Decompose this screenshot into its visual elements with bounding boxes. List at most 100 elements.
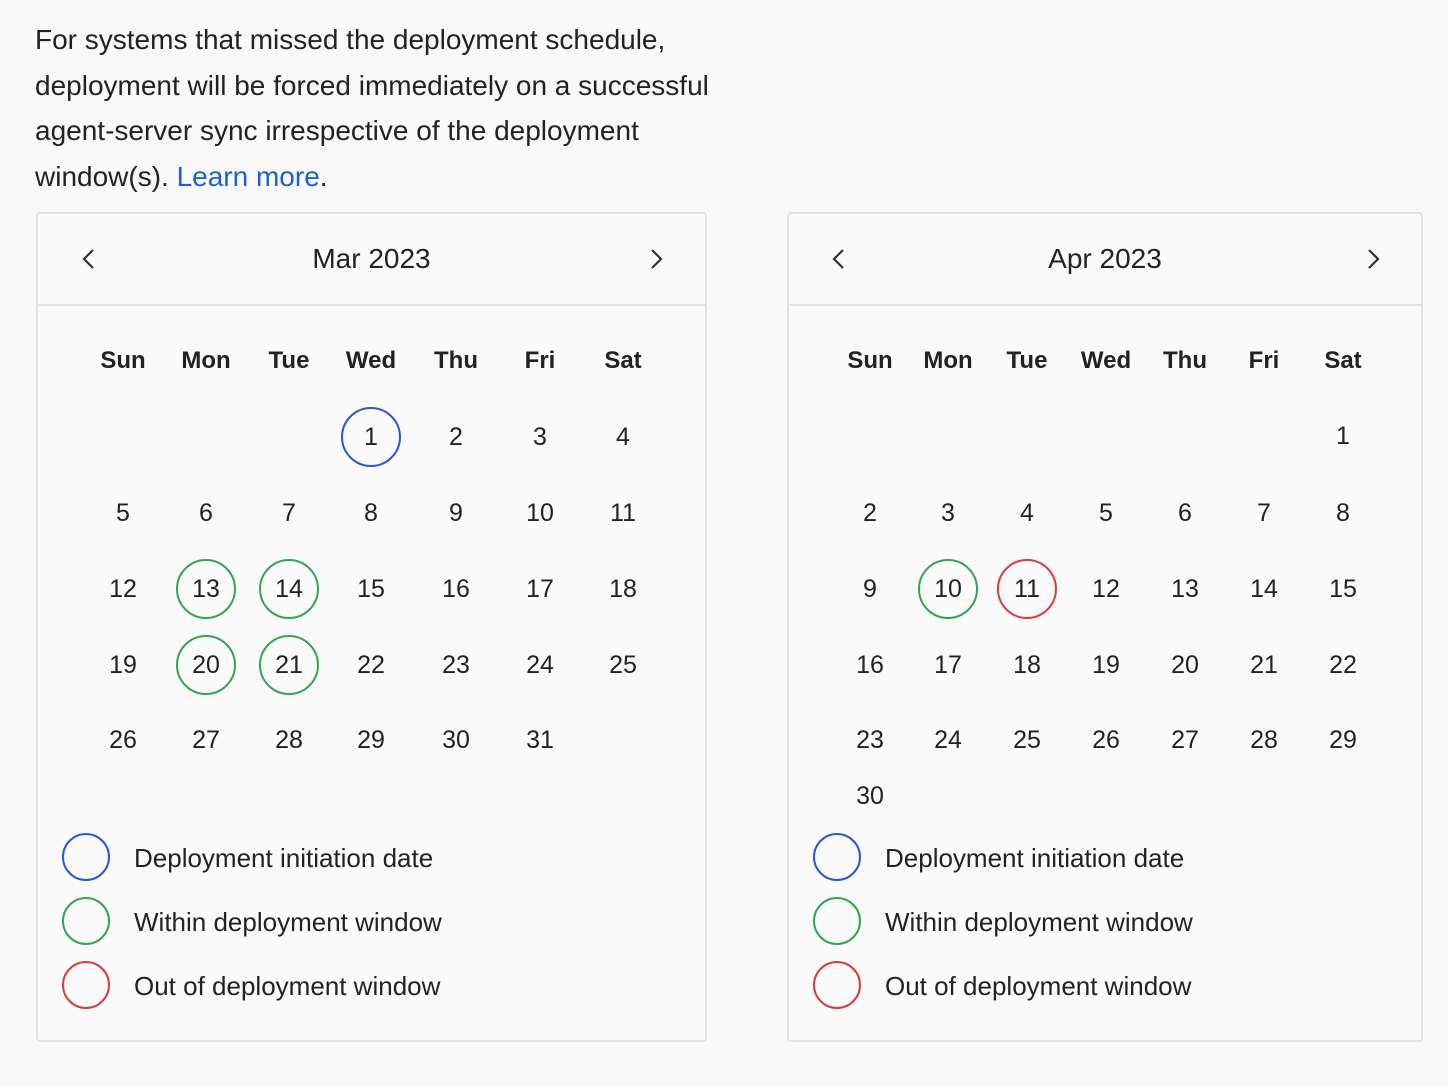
weekday-header: Wed (1080, 347, 1132, 374)
day-cell[interactable]: 10 (918, 559, 978, 619)
day-cell[interactable]: 13 (176, 559, 236, 619)
day-cell[interactable]: 26 (1076, 710, 1136, 770)
day-cell[interactable]: 8 (1313, 483, 1373, 543)
day-cell[interactable]: 10 (510, 483, 570, 543)
month-title: Mar 2023 (312, 243, 431, 274)
intro-message: For systems that missed the deployment s… (35, 24, 709, 192)
month-title: Apr 2023 (1048, 243, 1162, 274)
day-cell[interactable]: 31 (510, 710, 570, 770)
weekday-header: Tue (268, 347, 310, 374)
weekday-header: Sat (1324, 347, 1362, 374)
day-cell[interactable]: 16 (840, 635, 900, 695)
calendar-header: Apr 2023 (789, 214, 1421, 306)
day-cell[interactable]: 24 (510, 635, 570, 695)
day-cell[interactable]: 11 (593, 483, 653, 543)
day-cell[interactable]: 12 (1076, 559, 1136, 619)
day-cell[interactable]: 1 (341, 407, 401, 467)
weekday-header: Fri (1248, 347, 1280, 374)
day-cell[interactable]: 6 (1155, 483, 1215, 543)
day-cell[interactable]: 19 (93, 635, 153, 695)
legend-circle-icon (813, 897, 861, 945)
day-cell[interactable]: 28 (259, 710, 319, 770)
day-cell[interactable]: 30 (426, 710, 486, 770)
weekday-header: Sat (604, 347, 642, 374)
day-cell[interactable]: 25 (593, 635, 653, 695)
day-cell[interactable]: 14 (1234, 559, 1294, 619)
day-cell[interactable]: 29 (341, 710, 401, 770)
day-cell[interactable]: 20 (176, 635, 236, 695)
day-cell[interactable]: 24 (918, 710, 978, 770)
day-cell[interactable]: 21 (1234, 635, 1294, 695)
day-cell[interactable]: 15 (1313, 559, 1373, 619)
day-cell[interactable]: 9 (840, 559, 900, 619)
legend-circle-icon (813, 833, 861, 881)
day-cell[interactable]: 12 (93, 559, 153, 619)
day-cell[interactable]: 22 (1313, 635, 1373, 695)
day-cell[interactable]: 28 (1234, 710, 1294, 770)
weekday-header: Fri (524, 347, 556, 374)
day-cell[interactable]: 18 (593, 559, 653, 619)
day-cell[interactable]: 21 (259, 635, 319, 695)
day-cell[interactable]: 3 (918, 483, 978, 543)
day-cell[interactable]: 20 (1155, 635, 1215, 695)
legend-label: Out of deployment window (134, 971, 441, 1001)
day-cell[interactable]: 6 (176, 483, 236, 543)
day-cell[interactable]: 5 (93, 483, 153, 543)
weekday-header: Mon (181, 347, 231, 374)
day-cell[interactable]: 14 (259, 559, 319, 619)
day-cell[interactable]: 5 (1076, 483, 1136, 543)
calendar-header: Mar 2023 (38, 214, 705, 306)
calendar-march: Mar 2023 Sun Mon Tue Wed Thu Fri Sat 1 2 3 4 5 6 7 8 9 1… (36, 212, 707, 1042)
weekday-header: Sun (100, 347, 146, 374)
intro-text: For systems that missed the deployment s… (35, 17, 735, 199)
day-cell[interactable]: 13 (1155, 559, 1215, 619)
day-cell[interactable]: 8 (341, 483, 401, 543)
day-cell[interactable]: 27 (176, 710, 236, 770)
day-cell[interactable]: 25 (997, 710, 1057, 770)
day-cell[interactable]: 4 (997, 483, 1057, 543)
calendar-april: Apr 2023 Sun Mon Tue Wed Thu Fri Sat 1 2 3 4 5 6 7 8 9 1… (787, 212, 1423, 1042)
legend-circle-icon (813, 961, 861, 1009)
legend-label: Within deployment window (885, 907, 1193, 937)
day-cell[interactable]: 19 (1076, 635, 1136, 695)
day-cell[interactable]: 23 (426, 635, 486, 695)
day-cell[interactable]: 9 (426, 483, 486, 543)
legend-label: Deployment initiation date (885, 843, 1185, 873)
day-cell[interactable]: 30 (840, 766, 900, 826)
day-cell[interactable]: 3 (510, 407, 570, 467)
day-cell[interactable]: 26 (93, 710, 153, 770)
day-cell[interactable]: 11 (997, 559, 1057, 619)
legend-label: Within deployment window (134, 907, 442, 937)
day-cell[interactable]: 22 (341, 635, 401, 695)
day-cell[interactable]: 16 (426, 559, 486, 619)
day-cell[interactable]: 17 (918, 635, 978, 695)
day-cell[interactable]: 15 (341, 559, 401, 619)
day-cell[interactable]: 17 (510, 559, 570, 619)
weekday-header: Thu (1163, 347, 1207, 374)
chevron-right-icon (1368, 249, 1380, 269)
day-cell[interactable]: 29 (1313, 710, 1373, 770)
day-cell[interactable]: 23 (840, 710, 900, 770)
learn-more-link[interactable]: Learn more (177, 161, 320, 192)
next-month-button[interactable] (1358, 244, 1388, 274)
legend-circle-icon (62, 833, 110, 881)
weekday-header: Sun (847, 347, 893, 374)
legend-label: Deployment initiation date (134, 843, 434, 873)
weekday-header: Thu (434, 347, 478, 374)
day-cell[interactable]: 27 (1155, 710, 1215, 770)
weekday-header: Mon (923, 347, 973, 374)
day-cell[interactable]: 4 (593, 407, 653, 467)
day-cell[interactable]: 2 (426, 407, 486, 467)
legend-circle-icon (62, 961, 110, 1009)
day-cell[interactable]: 7 (1234, 483, 1294, 543)
legend-circle-icon (62, 897, 110, 945)
day-cell[interactable]: 7 (259, 483, 319, 543)
legend-label: Out of deployment window (885, 971, 1192, 1001)
intro-suffix: . (319, 160, 328, 192)
day-cell[interactable]: 1 (1313, 406, 1373, 466)
day-cell[interactable]: 2 (840, 483, 900, 543)
day-cell[interactable]: 18 (997, 635, 1057, 695)
chevron-right-icon (651, 249, 663, 269)
next-month-button[interactable] (641, 244, 671, 274)
weekday-header: Tue (1006, 347, 1048, 374)
